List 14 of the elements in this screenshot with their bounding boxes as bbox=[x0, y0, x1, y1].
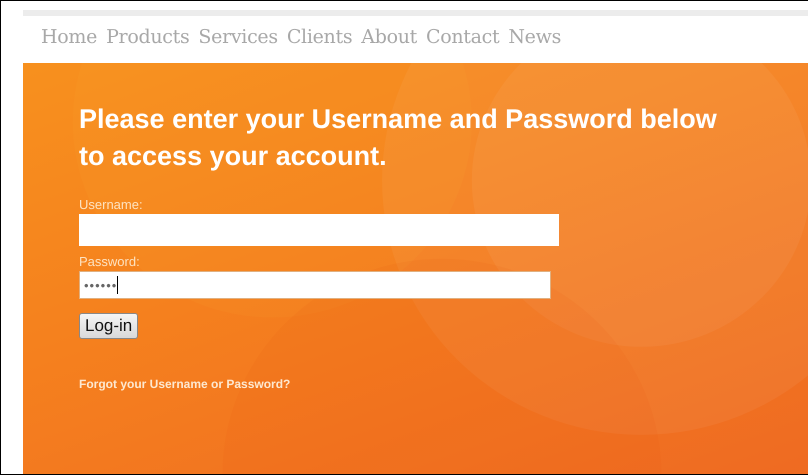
field-label: Username: bbox=[79, 197, 143, 212]
nav-link[interactable]: About bbox=[361, 26, 417, 63]
login-button[interactable]: Log-in bbox=[79, 313, 138, 339]
input-field[interactable] bbox=[79, 214, 559, 246]
nav-link[interactable]: Services bbox=[198, 26, 278, 63]
field-label: Password: bbox=[79, 254, 140, 269]
login-heading: Please enter your Username and Password below to access your account. bbox=[79, 103, 718, 173]
nav-link[interactable]: Clients bbox=[286, 26, 352, 63]
input-field[interactable]: •••••• bbox=[79, 271, 551, 299]
nav-link[interactable]: News bbox=[508, 26, 562, 63]
nav-link[interactable]: Home bbox=[41, 26, 98, 63]
forgot-link[interactable]: Forgot your Username or Password? bbox=[79, 377, 290, 391]
nav-link[interactable]: Products bbox=[106, 26, 190, 63]
nav-link[interactable]: Contact bbox=[426, 26, 500, 63]
